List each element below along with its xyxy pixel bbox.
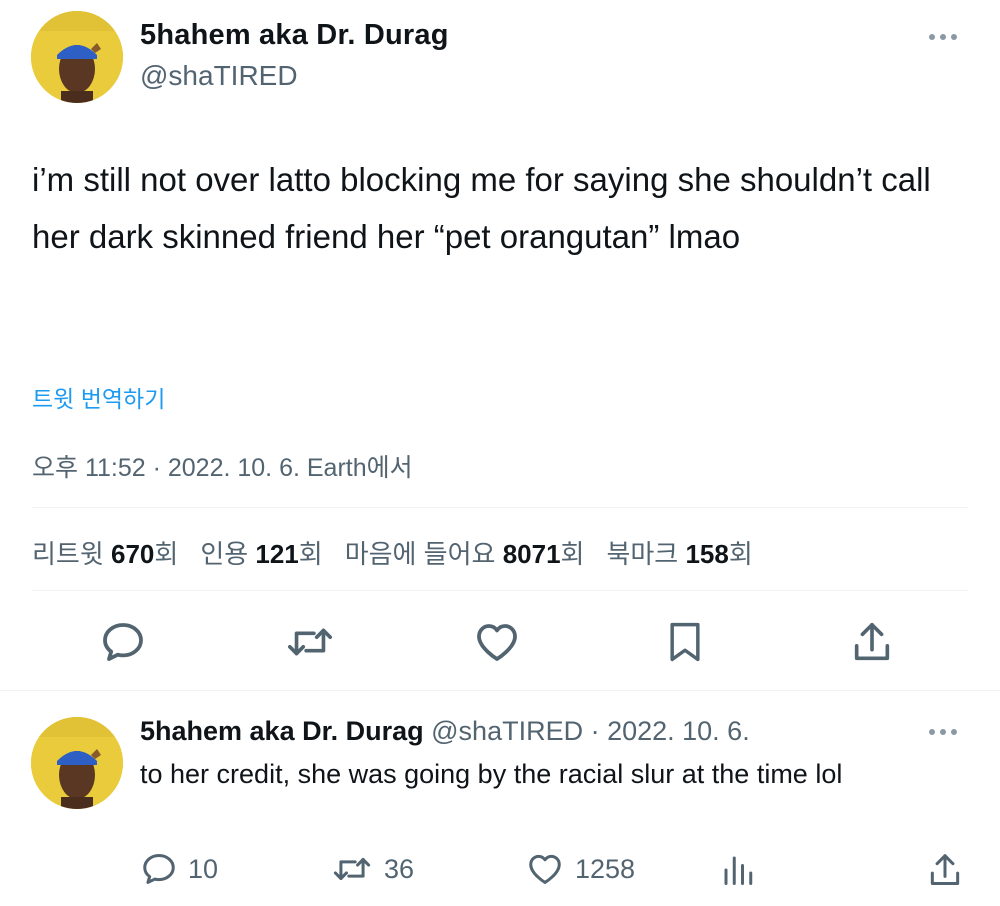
quote-stat[interactable]: 인용 121회 (200, 534, 322, 571)
like-count: 1258 (575, 853, 636, 884)
reply-text: to her credit, she was going by the raci… (140, 759, 843, 789)
display-name[interactable]: 5hahem aka Dr. Durag (140, 19, 449, 52)
more-options-icon[interactable] (929, 34, 957, 40)
reply-icon[interactable] (98, 617, 148, 667)
handle[interactable]: @shaTIRED (140, 60, 298, 92)
reply-avatar[interactable] (31, 717, 123, 809)
like-stat[interactable]: 마음에 들어요 8071회 (345, 534, 585, 571)
reply-display-name[interactable]: 5hahem aka Dr. Durag (140, 716, 424, 746)
reply-like-button[interactable]: 1258 (525, 850, 635, 888)
reply-retweet-button[interactable]: 36 (330, 850, 414, 888)
reply-analytics-button[interactable] (720, 852, 756, 888)
like-icon[interactable] (472, 617, 522, 667)
divider (32, 507, 968, 508)
reply-more-options-icon[interactable] (929, 729, 957, 735)
avatar[interactable] (31, 11, 123, 103)
share-icon (930, 854, 960, 885)
like-icon (529, 854, 561, 884)
tweet-stats: 리트윗 670회 인용 121회 마음에 들어요 8071회 북마크 158회 (32, 534, 753, 571)
reply-share-button[interactable] (926, 850, 964, 890)
reply-reply-button[interactable]: 10 (140, 850, 218, 888)
translate-tweet-link[interactable]: 트윗 번역하기 (32, 380, 165, 414)
bookmark-stat[interactable]: 북마크 158회 (606, 534, 752, 571)
reply-header: 5hahem aka Dr. Durag @shaTIRED · 2022. 1… (140, 716, 750, 747)
bookmark-icon[interactable] (660, 617, 710, 667)
divider (0, 690, 1000, 691)
tweet-text: i’m still not over latto blocking me for… (32, 161, 931, 255)
reply-handle-date[interactable]: @shaTIRED · 2022. 10. 6. (431, 716, 750, 746)
retweet-icon[interactable] (285, 617, 335, 667)
analytics-icon (724, 856, 753, 885)
retweet-stat[interactable]: 리트윗 670회 (32, 534, 178, 571)
share-icon[interactable] (847, 617, 897, 667)
retweet-icon (333, 857, 371, 881)
divider (32, 590, 968, 591)
reply-count: 10 (188, 853, 219, 884)
retweet-count: 36 (384, 853, 415, 884)
reply-icon (143, 854, 175, 884)
tweet-timestamp[interactable]: 오후 11:52 · 2022. 10. 6. Earth에서 (32, 448, 413, 484)
